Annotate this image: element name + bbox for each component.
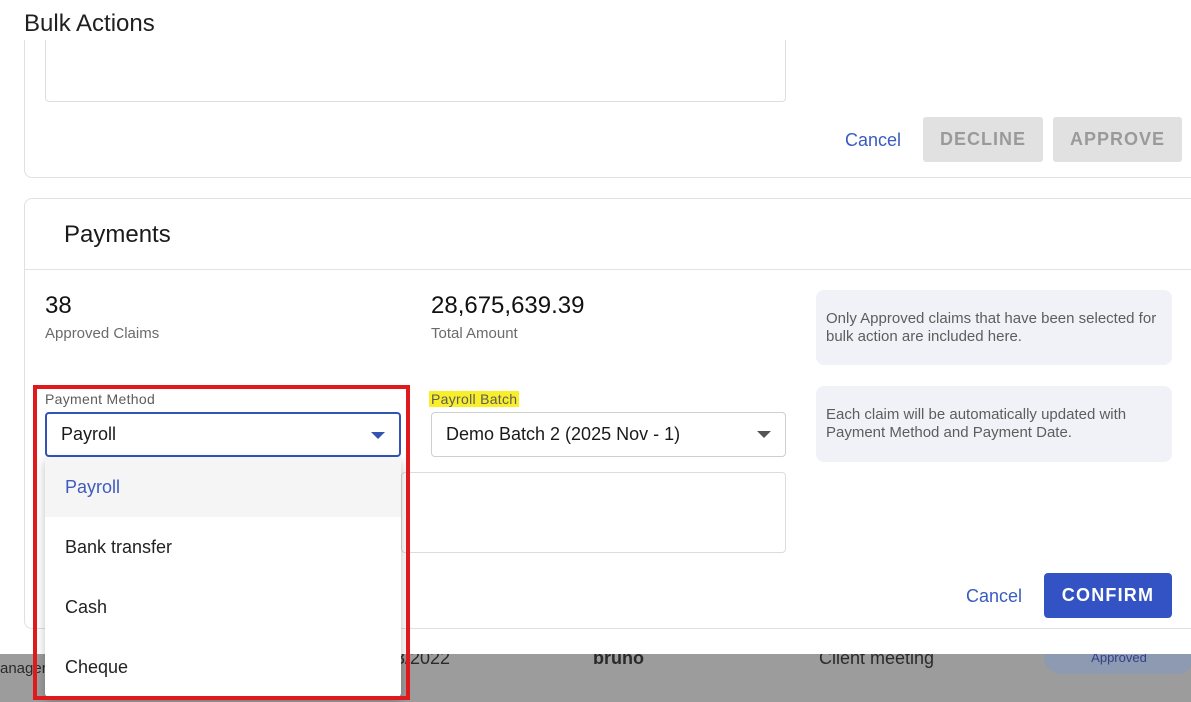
payroll-batch-select[interactable]: Demo Batch 2 (2025 Nov - 1) <box>431 412 786 457</box>
payment-method-select[interactable]: Payroll <box>45 412 401 457</box>
payments-cancel-button[interactable]: Cancel <box>966 586 1022 607</box>
payments-heading: Payments <box>64 221 171 248</box>
payroll-batch-label-text: Payroll Batch <box>429 391 520 407</box>
comment-textarea[interactable] <box>45 40 786 102</box>
approve-button[interactable]: APPROVE <box>1053 117 1182 162</box>
payment-notes-textarea[interactable] <box>401 472 786 553</box>
menu-item-payroll[interactable]: Payroll <box>45 457 401 517</box>
menu-item-bank-transfer[interactable]: Bank transfer <box>45 517 401 577</box>
payment-method-value: Payroll <box>61 424 117 444</box>
decline-button[interactable]: DECLINE <box>923 117 1043 162</box>
total-amount-value: 28,675,639.39 <box>431 292 585 319</box>
chevron-down-icon <box>371 432 385 439</box>
divider <box>25 269 1191 270</box>
payment-method-label: Payment Method <box>45 391 156 407</box>
info-auto-update: Each claim will be automatically updated… <box>816 386 1172 462</box>
menu-item-cheque[interactable]: Cheque <box>45 637 401 697</box>
payroll-batch-label: Payroll Batch <box>429 391 520 407</box>
payroll-batch-value: Demo Batch 2 (2025 Nov - 1) <box>446 424 681 444</box>
confirm-button[interactable]: CONFIRM <box>1044 573 1172 618</box>
approved-claims-label: Approved Claims <box>45 325 160 342</box>
approved-claims-count: 38 <box>45 292 72 319</box>
payment-method-dropdown-menu: Payroll Bank transfer Cash Cheque <box>45 457 401 697</box>
cancel-button[interactable]: Cancel <box>845 130 901 151</box>
dialog-title: Bulk Actions <box>24 10 155 37</box>
info-approved-only: Only Approved claims that have been sele… <box>816 290 1172 365</box>
chevron-down-icon <box>757 431 771 438</box>
menu-item-cash[interactable]: Cash <box>45 577 401 637</box>
total-amount-label: Total Amount <box>431 325 518 342</box>
background-role-fragment: anager <box>0 660 47 677</box>
